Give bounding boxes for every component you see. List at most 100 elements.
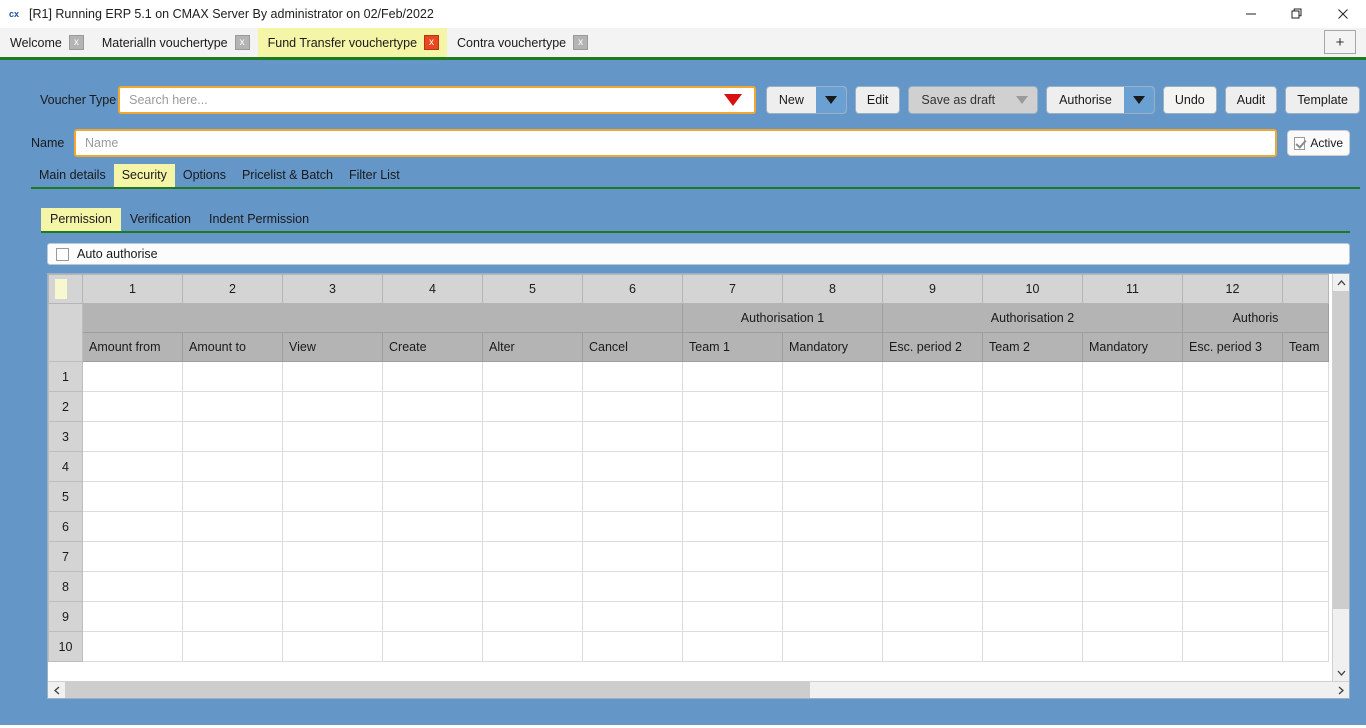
grid-cell[interactable] — [1082, 511, 1183, 542]
grid-cell[interactable] — [82, 541, 183, 572]
grid-cell[interactable] — [82, 571, 183, 602]
grid-cell[interactable] — [582, 601, 683, 632]
grid-cell[interactable] — [782, 391, 883, 422]
grid-cell[interactable] — [1282, 391, 1329, 422]
grid-cell[interactable] — [182, 541, 283, 572]
grid-cell[interactable] — [82, 391, 183, 422]
vertical-scroll-track[interactable] — [1333, 291, 1349, 664]
grid-field-header[interactable]: Amount from — [82, 332, 183, 362]
grid-cell[interactable] — [182, 361, 283, 392]
grid-cell[interactable] — [82, 631, 183, 662]
scroll-left-icon[interactable] — [48, 682, 65, 698]
grid-column-number[interactable]: 5 — [482, 274, 583, 304]
grid-column-number[interactable]: 2 — [182, 274, 283, 304]
grid-cell[interactable] — [582, 421, 683, 452]
grid-cell[interactable] — [382, 631, 483, 662]
grid-cell[interactable] — [82, 511, 183, 542]
grid-cell[interactable] — [782, 601, 883, 632]
grid-field-header[interactable]: Team — [1282, 332, 1329, 362]
grid-cell[interactable] — [282, 451, 383, 482]
grid-row-number[interactable]: 7 — [48, 541, 83, 572]
grid-cell[interactable] — [1182, 631, 1283, 662]
grid-cell[interactable] — [782, 451, 883, 482]
authorise-dropdown-toggle[interactable] — [1123, 87, 1154, 113]
grid-cell[interactable] — [82, 601, 183, 632]
grid-cell[interactable] — [282, 601, 383, 632]
grid-cell[interactable] — [982, 421, 1083, 452]
grid-row-number[interactable]: 4 — [48, 451, 83, 482]
grid-cell[interactable] — [782, 631, 883, 662]
tab-contra-vouchertype[interactable]: Contra vouchertype x — [447, 28, 596, 57]
tab-permission[interactable]: Permission — [41, 208, 121, 231]
grid-cell[interactable] — [382, 391, 483, 422]
grid-cell[interactable] — [1282, 361, 1329, 392]
auto-authorise-checkbox[interactable] — [56, 247, 69, 261]
grid-cell[interactable] — [282, 421, 383, 452]
grid-cell[interactable] — [1182, 601, 1283, 632]
grid-cell[interactable] — [1282, 511, 1329, 542]
tab-close-icon[interactable]: x — [573, 35, 589, 50]
grid-row-number[interactable]: 9 — [48, 601, 83, 632]
grid-column-number[interactable]: 7 — [682, 274, 783, 304]
grid-cell[interactable] — [182, 631, 283, 662]
grid-cell[interactable] — [682, 451, 783, 482]
scroll-up-icon[interactable] — [1333, 274, 1349, 291]
tab-verification[interactable]: Verification — [121, 208, 200, 231]
grid-cell[interactable] — [582, 511, 683, 542]
tab-welcome[interactable]: Welcome x — [0, 28, 92, 57]
new-dropdown-toggle[interactable] — [815, 87, 846, 113]
grid-column-number[interactable]: 12 — [1182, 274, 1283, 304]
template-button[interactable]: Template — [1285, 86, 1360, 114]
grid-cell[interactable] — [382, 421, 483, 452]
grid-cell[interactable] — [882, 511, 983, 542]
grid-cell[interactable] — [1082, 541, 1183, 572]
tab-pricelist-and-batch[interactable]: Pricelist & Batch — [234, 164, 341, 187]
authorise-button[interactable]: Authorise — [1046, 86, 1155, 114]
grid-cell[interactable] — [1182, 481, 1283, 512]
grid-cell[interactable] — [1082, 481, 1183, 512]
grid-column-number[interactable]: 4 — [382, 274, 483, 304]
tab-close-icon[interactable]: x — [68, 35, 84, 50]
tab-indent-permission[interactable]: Indent Permission — [200, 208, 318, 231]
save-as-draft-button[interactable]: Save as draft — [908, 86, 1039, 114]
grid-cell[interactable] — [82, 451, 183, 482]
grid-cell[interactable] — [582, 451, 683, 482]
grid-cell[interactable] — [782, 421, 883, 452]
grid-cell[interactable] — [582, 571, 683, 602]
grid-cell[interactable] — [582, 361, 683, 392]
grid-scroll-area[interactable]: 1 2 3 4 5 6 7 8 9 10 11 12 Authorisation 1 Authorisa… — [48, 274, 1332, 681]
grid-cell[interactable] — [382, 361, 483, 392]
grid-cell[interactable] — [282, 571, 383, 602]
undo-button[interactable]: Undo — [1162, 86, 1217, 114]
tab-close-icon[interactable]: x — [424, 35, 440, 50]
grid-field-header[interactable]: Team 2 — [982, 332, 1083, 362]
grid-cell[interactable] — [982, 571, 1083, 602]
grid-cell[interactable] — [682, 361, 783, 392]
grid-column-number[interactable] — [1282, 274, 1329, 304]
tab-main-details[interactable]: Main details — [31, 164, 114, 187]
grid-row-number[interactable]: 6 — [48, 511, 83, 542]
grid-cell[interactable] — [1082, 421, 1183, 452]
grid-cell[interactable] — [682, 421, 783, 452]
new-tab-button[interactable]: + — [1324, 30, 1356, 54]
chevron-down-icon[interactable] — [723, 94, 742, 106]
grid-cell[interactable] — [1182, 511, 1283, 542]
grid-cell[interactable] — [882, 571, 983, 602]
grid-cell[interactable] — [482, 511, 583, 542]
grid-cell[interactable] — [982, 601, 1083, 632]
grid-row-number[interactable]: 2 — [48, 391, 83, 422]
grid-cell[interactable] — [382, 451, 483, 482]
tab-security[interactable]: Security — [113, 164, 175, 187]
grid-cell[interactable] — [1182, 451, 1283, 482]
grid-cell[interactable] — [182, 451, 283, 482]
grid-field-header[interactable]: Mandatory — [1082, 332, 1183, 362]
grid-cell[interactable] — [1182, 421, 1283, 452]
grid-cell[interactable] — [882, 601, 983, 632]
grid-field-header[interactable]: Mandatory — [782, 332, 883, 362]
grid-cell[interactable] — [982, 631, 1083, 662]
grid-cell[interactable] — [282, 361, 383, 392]
voucher-type-search-input[interactable]: Search here... — [118, 86, 756, 114]
grid-corner-cell[interactable] — [48, 274, 83, 304]
grid-cell[interactable] — [1082, 451, 1183, 482]
grid-cell[interactable] — [682, 391, 783, 422]
